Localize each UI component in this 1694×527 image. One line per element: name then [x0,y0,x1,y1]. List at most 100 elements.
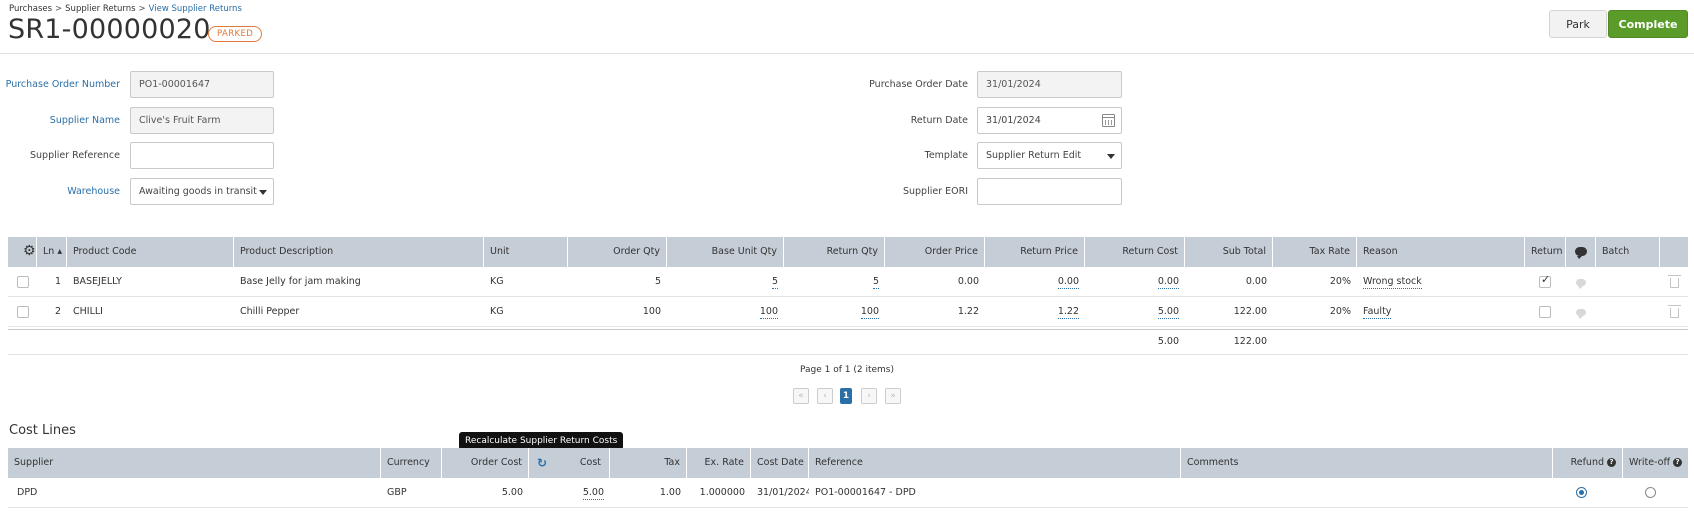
status-badge: PARKED [208,26,263,42]
row-select-checkbox[interactable] [17,276,29,288]
cell-unit: KG [490,306,504,317]
col-tax[interactable]: Tax [610,448,687,478]
settings-header[interactable]: ⚙ [8,237,37,267]
table-row[interactable]: 2 CHILLI Chilli Pepper KG 100 100 100 1.… [8,297,1688,327]
cell-return-cost[interactable]: 5.00 [1085,297,1185,327]
return-price-value[interactable]: 0.00 [1057,276,1079,289]
col-ln[interactable]: Ln ▴ [37,237,67,267]
col-reference[interactable]: Reference [809,448,1181,478]
base-unit-qty-value[interactable]: 5 [771,276,778,289]
park-button[interactable]: Park [1549,10,1607,38]
table-row[interactable]: DPD GBP 5.00 5.00 1.00 1.000000 31/01/20… [8,478,1688,508]
total-return-cost: 5.00 [1157,336,1179,347]
return-checkbox[interactable] [1539,306,1551,318]
refresh-icon[interactable]: ↻ [537,448,547,478]
table-row[interactable]: 1 BASEJELLY Base Jelly for jam making KG… [8,267,1688,297]
cost-value[interactable]: 5.00 [582,487,604,500]
cell-tax-rate: 20% [1329,276,1351,287]
return-checkbox[interactable] [1539,273,1551,288]
cell-reason[interactable]: Faulty [1357,297,1525,327]
trash-icon[interactable] [1668,275,1681,288]
cell-unit: KG [490,276,504,287]
return-cost-value[interactable]: 0.00 [1157,276,1179,289]
cell-product-code: BASEJELLY [73,276,122,287]
po-date-field[interactable]: 31/01/2024 [977,71,1122,98]
col-product-code[interactable]: Product Code [67,237,234,267]
col-cost[interactable]: ↻ Cost [529,448,610,478]
reason-value[interactable]: Wrong stock [1363,276,1422,289]
return-price-value[interactable]: 1.22 [1057,306,1079,319]
cell-return-cost[interactable]: 0.00 [1085,267,1185,297]
col-comments[interactable]: Comments [1181,448,1553,478]
warehouse-select[interactable]: Awaiting goods in transit [130,178,274,205]
cell-reason[interactable]: Wrong stock [1357,267,1525,297]
return-qty-value[interactable]: 100 [860,306,879,319]
breadcrumb-separator: > [138,4,146,14]
col-product-description[interactable]: Product Description [234,237,484,267]
calendar-icon[interactable] [1102,114,1115,127]
po-number-field[interactable]: PO1-00001647 [130,71,274,98]
col-tax-rate[interactable]: Tax Rate [1273,237,1357,267]
prev-page-button[interactable]: ‹ [817,388,833,404]
cell-return-qty[interactable]: 100 [784,297,885,327]
breadcrumb-current[interactable]: View Supplier Returns [149,4,242,14]
base-unit-qty-value[interactable]: 100 [759,306,778,319]
col-write-off[interactable]: Write-off? [1623,448,1688,478]
col-batch[interactable]: Batch [1596,237,1660,267]
cell-return-price[interactable]: 0.00 [985,267,1085,297]
cost-lines-title: Cost Lines [9,423,76,438]
refund-radio[interactable] [1576,487,1587,498]
return-cost-value[interactable]: 5.00 [1157,306,1179,319]
col-cost-date[interactable]: Cost Date [751,448,809,478]
col-supplier[interactable]: Supplier [8,448,381,478]
col-return-qty[interactable]: Return Qty [784,237,885,267]
col-ex-rate[interactable]: Ex. Rate [687,448,751,478]
comment-icon[interactable] [1576,309,1586,319]
col-currency[interactable]: Currency [381,448,442,478]
col-base-unit-qty[interactable]: Base Unit Qty [667,237,784,267]
cell-sub-total: 122.00 [1233,306,1267,317]
write-off-radio[interactable] [1645,487,1656,498]
cell-sub-total: 0.00 [1245,276,1267,287]
last-page-button[interactable]: » [885,388,901,404]
template-select[interactable]: Supplier Return Edit [977,142,1122,169]
complete-button[interactable]: Complete [1608,10,1688,38]
col-unit[interactable]: Unit [484,237,568,267]
supplier-eori-input[interactable] [977,178,1122,205]
cell-base-unit-qty[interactable]: 100 [667,297,784,327]
gear-icon[interactable]: ⚙ [23,244,36,258]
next-page-button[interactable]: › [861,388,877,404]
warehouse-label: Warehouse [67,186,120,197]
reason-value[interactable]: Faulty [1363,306,1392,319]
row-select-checkbox[interactable] [17,306,29,318]
cell-return-qty[interactable]: 5 [784,267,885,297]
breadcrumb-supplier-returns[interactable]: Supplier Returns [65,4,135,14]
col-order-price[interactable]: Order Price [885,237,985,267]
first-page-button[interactable]: « [793,388,809,404]
supplier-name-field[interactable]: Clive's Fruit Farm [130,107,274,134]
return-date-input[interactable]: 31/01/2024 [977,107,1122,134]
return-qty-value[interactable]: 5 [872,276,879,289]
breadcrumb-purchases[interactable]: Purchases [9,4,52,14]
col-return[interactable]: Return [1525,237,1566,267]
trash-icon[interactable] [1668,305,1681,318]
cell-base-unit-qty[interactable]: 5 [667,267,784,297]
col-order-qty[interactable]: Order Qty [568,237,667,267]
col-order-cost[interactable]: Order Cost [442,448,529,478]
page-1-button[interactable]: 1 [840,388,852,404]
col-refund-label: Refund [1570,457,1604,468]
col-return-cost[interactable]: Return Cost [1085,237,1185,267]
cell-cost[interactable]: 5.00 [529,478,610,508]
cell-return-price[interactable]: 1.22 [985,297,1085,327]
cell-supplier: DPD [17,487,38,498]
col-sub-total[interactable]: Sub Total [1185,237,1273,267]
col-return-price[interactable]: Return Price [985,237,1085,267]
supplier-reference-input[interactable] [130,142,274,169]
return-date-value: 31/01/2024 [986,115,1041,126]
comment-icon[interactable] [1576,279,1586,289]
help-icon[interactable]: ? [1673,458,1683,467]
col-write-off-label: Write-off [1629,457,1671,468]
col-reason[interactable]: Reason [1357,237,1525,267]
col-refund[interactable]: Refund? [1553,448,1623,478]
help-icon[interactable]: ? [1607,458,1616,467]
